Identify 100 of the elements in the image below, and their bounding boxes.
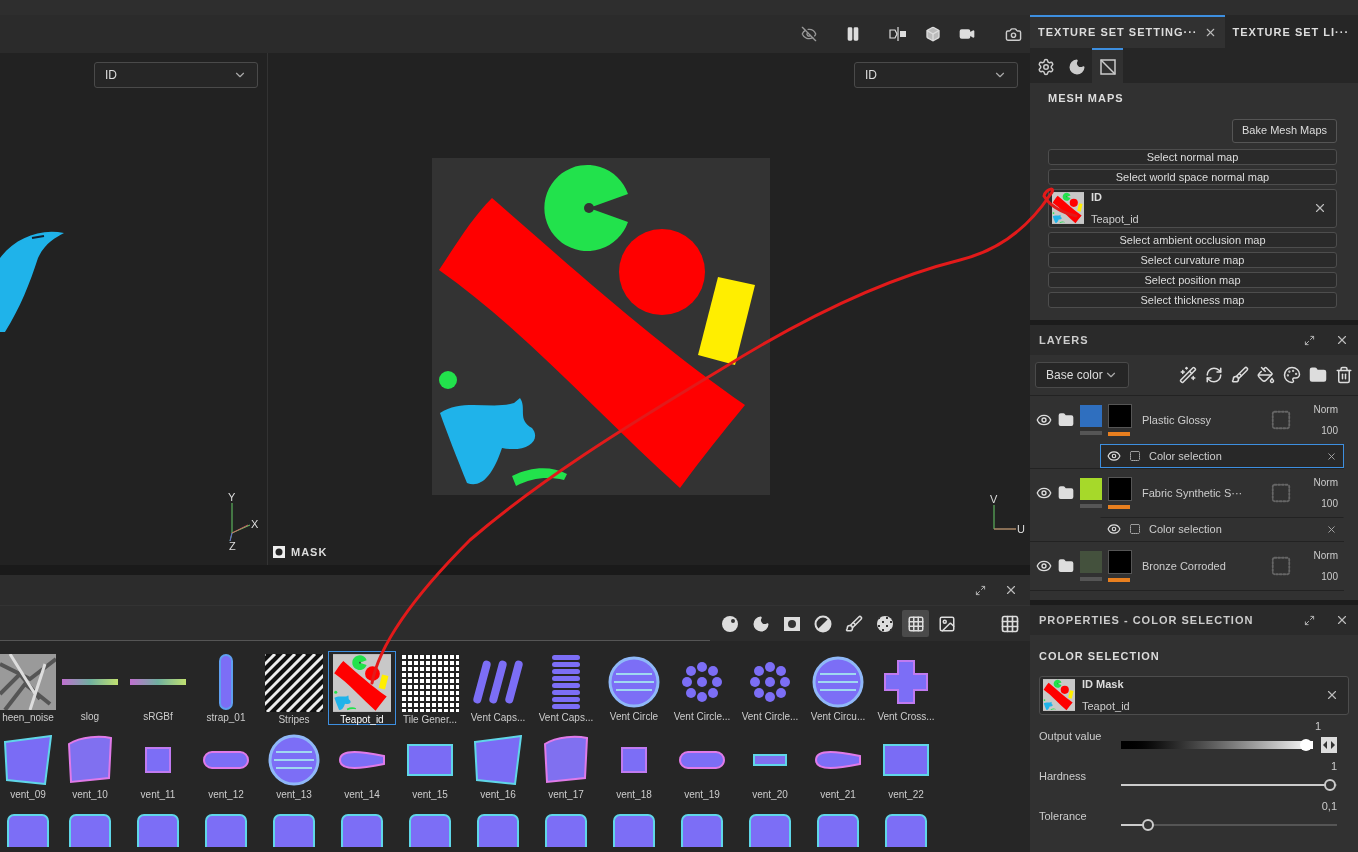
shelf-item[interactable]: slog [56,651,124,725]
shelf-item[interactable]: vent_18 [600,729,668,803]
hide-overlay-icon[interactable] [801,26,817,42]
shelf-item[interactable]: Tile Gener... [396,651,464,725]
eye-icon[interactable] [1036,558,1052,574]
strap-thumbnail [219,654,233,710]
channel-dropdown[interactable]: ID [94,62,258,88]
mask-thumbnail [1108,404,1132,428]
select-map-button[interactable]: Select ambient occlusion map [1048,231,1337,248]
slider-thumb[interactable] [1324,778,1336,791]
shelf-item[interactable]: vent_13 [260,729,328,803]
section-title: MESH MAPS [1048,91,1125,106]
slider-track[interactable] [1121,737,1313,752]
slider-track[interactable] [1121,817,1337,832]
shelf-item[interactable]: vent_17 [532,729,600,803]
palette-icon[interactable] [1283,366,1301,384]
maximize-icon[interactable] [975,584,986,596]
camera-icon[interactable] [959,26,975,42]
shelf-item[interactable]: vent_09 [0,729,56,803]
shelf-item[interactable]: strap_01 [192,651,260,725]
select-map-button[interactable]: Select thickness map [1048,291,1337,308]
bake-mesh-maps-button[interactable]: Bake Mesh Maps [1232,118,1337,143]
eye-icon[interactable] [1036,485,1052,501]
cube-icon[interactable] [925,26,941,42]
shelf-item[interactable]: vent_21 [804,729,872,803]
close-icon[interactable] [1335,613,1349,627]
close-icon[interactable] [1004,583,1018,597]
shelf-item[interactable]: vent_19 [668,729,736,803]
remove-icon[interactable] [1326,523,1337,535]
mask-icon [782,614,801,633]
uv-viewport[interactable]: ID V U MASK [268,53,1030,565]
layer-row[interactable]: Fabric Synthetic S··· Norm 100 [1030,469,1344,517]
split-view-icon[interactable] [889,26,907,42]
close-icon[interactable] [1313,201,1327,215]
remove-icon[interactable] [1326,450,1337,462]
brush-icon[interactable] [1231,366,1249,384]
swap-icon[interactable] [1321,736,1337,753]
pause-icon[interactable] [845,26,861,42]
maximize-icon[interactable] [1304,334,1315,346]
mask-effect-row[interactable]: Color selection [1100,517,1344,541]
shelf-item[interactable]: vent_14 [328,729,396,803]
eye-icon[interactable] [1036,412,1052,428]
map-slot[interactable]: ID Teapot_id [1048,188,1337,228]
channel-dropdown[interactable]: Base color [1035,362,1129,388]
magic-wand-icon[interactable] [1179,366,1197,384]
blend-mode[interactable]: Norm [1313,548,1338,563]
shelf-item[interactable]: vent_10 [56,729,124,803]
panel-tab[interactable]: TEXTURE SET LI··· [1224,15,1358,48]
effect-label: Color selection [1149,521,1223,537]
select-map-button[interactable]: Select position map [1048,271,1337,288]
shelf-item[interactable]: Vent Circle [600,651,668,725]
channel-dropdown[interactable]: ID [854,62,1018,88]
mask-effect-row[interactable]: Color selection [1100,444,1344,468]
shelf-item[interactable]: Vent Caps... [532,651,600,725]
layer-opacity[interactable]: 100 [1321,423,1338,438]
layer-opacity[interactable]: 100 [1321,496,1338,511]
mask-toggle-icon[interactable] [273,545,285,558]
subtab[interactable] [1092,48,1123,83]
slider-thumb[interactable] [1142,818,1155,831]
blend-mode[interactable]: Norm [1313,475,1338,490]
shelf-item[interactable]: Vent Circle... [668,651,736,725]
shelf-item[interactable]: heen_noise [0,651,56,725]
paint-bucket-icon[interactable] [1257,366,1275,384]
layer-row[interactable]: Plastic Glossy Norm 100 [1030,396,1344,444]
3d-viewport[interactable]: ID Y X Z [0,53,268,565]
slider-track[interactable] [1121,777,1337,792]
shelf-item[interactable]: vent_15 [396,729,464,803]
shelf-item[interactable]: vent_12 [192,729,260,803]
layer-opacity[interactable]: 100 [1321,569,1338,584]
eye-icon[interactable] [1107,522,1121,536]
blend-mode[interactable]: Norm [1313,402,1338,417]
filter-tab[interactable] [902,610,929,637]
slider-thumb[interactable] [1300,738,1312,751]
shelf-item[interactable]: vent_11 [124,729,192,803]
close-icon[interactable] [1335,333,1349,347]
eye-icon[interactable] [1107,449,1121,463]
trash-icon[interactable] [1335,366,1353,384]
folder-icon[interactable] [1309,366,1327,384]
maximize-icon[interactable] [1304,614,1315,626]
grid-view-icon[interactable] [1000,613,1020,634]
layer-row[interactable]: Bronze Corroded Norm 100 [1030,542,1344,590]
shelf-item[interactable]: Stripes [260,651,328,725]
select-map-button[interactable]: Select curvature map [1048,251,1337,268]
shelf-item[interactable]: Vent Caps... [464,651,532,725]
shelf-item[interactable]: vent_16 [464,729,532,803]
select-map-button[interactable]: Select world space normal map [1048,168,1337,185]
shelf-item[interactable]: Vent Cross... [872,651,940,725]
mask-slot[interactable]: ID Mask Teapot_id [1039,675,1349,715]
refresh-icon[interactable] [1205,366,1223,384]
screenshot-icon[interactable] [1005,25,1022,43]
panel-tab[interactable]: TEXTURE SET SETTING··· [1030,15,1225,48]
shelf-item[interactable]: Vent Circu... [804,651,872,725]
close-icon[interactable] [1325,688,1339,702]
shelf-item[interactable]: Vent Circle... [736,651,804,725]
shelf-item[interactable]: sRGBf [124,651,192,725]
shelf-item[interactable]: vent_22 [872,729,940,803]
vent-shape-thumbnail [203,750,249,769]
select-map-button[interactable]: Select normal map [1048,148,1337,165]
shelf-item[interactable]: Teapot_id [328,651,396,725]
shelf-item[interactable]: vent_20 [736,729,804,803]
